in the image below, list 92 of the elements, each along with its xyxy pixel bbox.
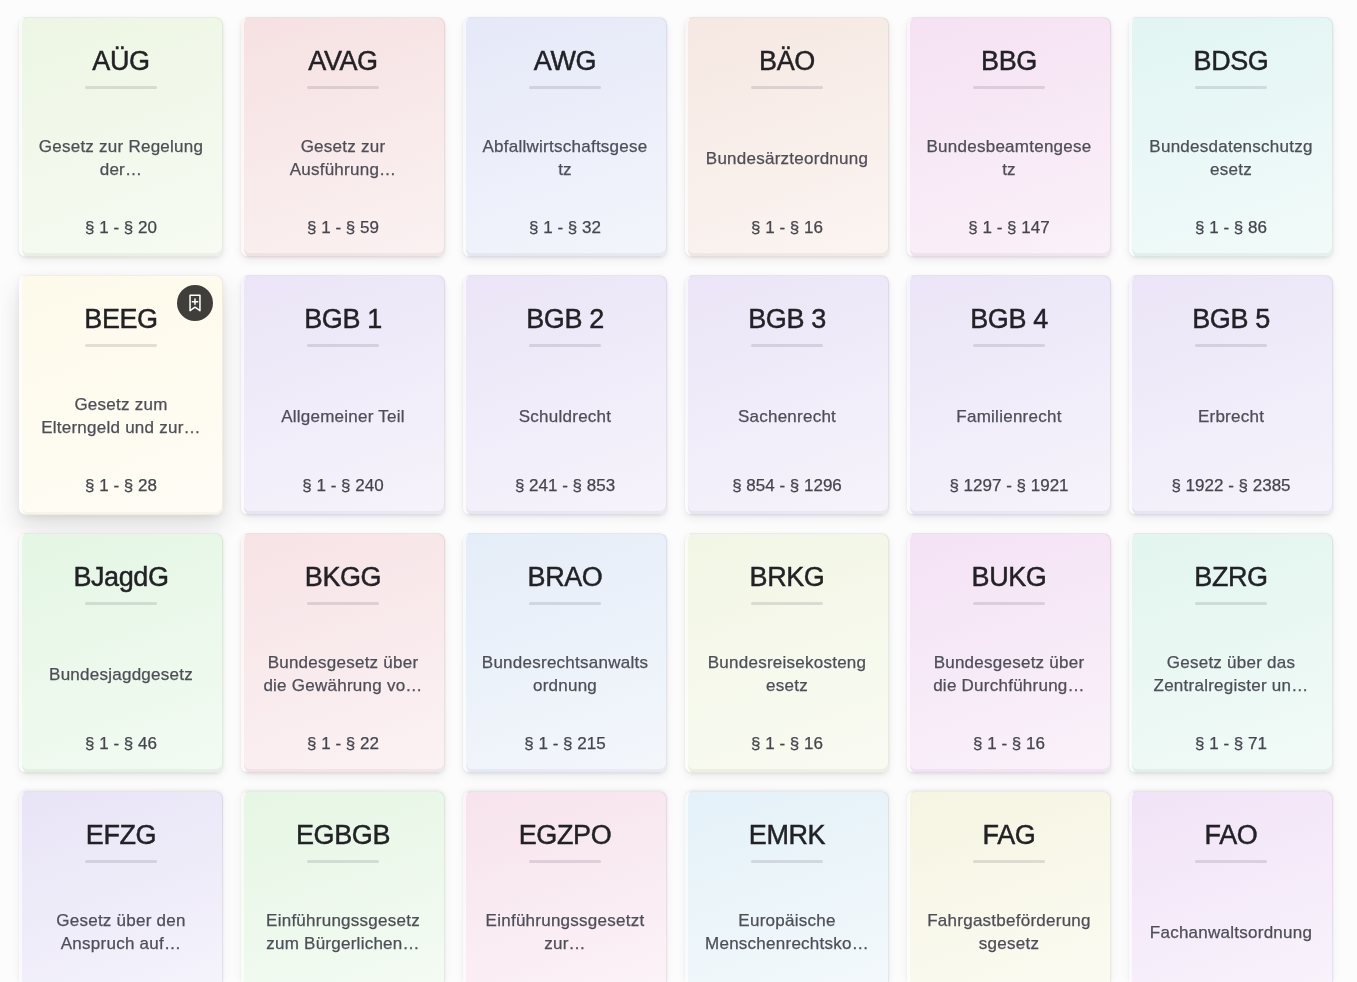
law-abbreviation: BÄO <box>759 45 815 78</box>
law-title: Gesetz zur Ausführung… <box>288 136 398 181</box>
law-title: Fahrgastbeförderungsgesetz <box>926 910 1092 955</box>
law-abbreviation: AÜG <box>92 45 150 78</box>
law-card[interactable]: BKGG Bundesgesetz über die Gewährung vo… § 1 - § 22 <box>241 533 445 773</box>
paragraph-range: § 1 - § 32 <box>529 217 601 239</box>
law-title: Europäische Menschenrechtsko… <box>704 910 870 955</box>
bookmark-button[interactable] <box>177 285 213 321</box>
law-card[interactable]: BJagdG Bundesjagdgesetz § 1 - § 46 <box>19 533 223 773</box>
paragraph-range: § 1 - § 22 <box>307 733 379 755</box>
law-title: Sachenrecht <box>737 405 837 428</box>
paragraph-range: § 1 - § 86 <box>1195 217 1267 239</box>
law-card[interactable]: BEEG Gesetz zum Elterngeld und zur… § 1 - § 28 <box>19 275 223 515</box>
law-card[interactable]: BBG Bundesbeamtengesetz § 1 - § 147 <box>907 17 1111 257</box>
law-title: Gesetz zur Regelung der… <box>37 136 205 181</box>
paragraph-range: § 1 - § 147 <box>968 217 1050 239</box>
law-card[interactable]: AÜG Gesetz zur Regelung der… § 1 - § 20 <box>19 17 223 257</box>
law-title: Bundesdatenschutzgesetz <box>1148 136 1314 181</box>
law-card[interactable]: FAO Fachanwaltsordnung <box>1129 791 1333 982</box>
law-title: Bundesrechtsanwaltsordnung <box>481 652 649 697</box>
law-card[interactable]: BGB 5 Erbrecht § 1922 - § 2385 <box>1129 275 1333 515</box>
law-title: Schuldrecht <box>518 405 612 428</box>
paragraph-range: § 1922 - § 2385 <box>1171 475 1291 497</box>
law-title: Bundesreisekostengesetz <box>706 652 868 697</box>
law-card[interactable]: BGB 3 Sachenrecht § 854 - § 1296 <box>685 275 889 515</box>
paragraph-range: § 1 - § 20 <box>85 217 157 239</box>
law-abbreviation: FAG <box>982 819 1036 852</box>
law-title: Bundesärzteordnung <box>705 147 869 170</box>
law-abbreviation: AVAG <box>308 45 378 78</box>
law-card[interactable]: AWG Abfallwirtschaftsgesetz § 1 - § 32 <box>463 17 667 257</box>
law-title: Gesetz zum Elterngeld und zur… <box>40 394 202 439</box>
paragraph-range: § 1 - § 71 <box>1195 733 1267 755</box>
paragraph-range: § 854 - § 1296 <box>732 475 842 497</box>
law-abbreviation: EGZPO <box>518 819 612 852</box>
law-card[interactable]: EGBGB Einführungssgesetz zum Bürgerlichen… <box>241 791 445 982</box>
law-abbreviation: BGB 4 <box>970 303 1048 336</box>
bookmark-plus-icon <box>186 294 204 312</box>
law-abbreviation: BGB 3 <box>748 303 826 336</box>
law-abbreviation: EGBGB <box>296 819 390 852</box>
law-card[interactable]: AVAG Gesetz zur Ausführung… § 1 - § 59 <box>241 17 445 257</box>
law-title: Gesetz über das Zentralregister un… <box>1152 652 1310 697</box>
law-abbreviation: BKGG <box>304 561 382 594</box>
law-title: Einführungssgesetzt zur… <box>484 910 646 955</box>
law-abbreviation: EMRK <box>748 819 826 852</box>
law-abbreviation: BGB 5 <box>1192 303 1270 336</box>
law-card[interactable]: BDSG Bundesdatenschutzgesetz § 1 - § 86 <box>1129 17 1333 257</box>
paragraph-range: § 1297 - § 1921 <box>949 475 1069 497</box>
paragraph-range: § 1 - § 240 <box>302 475 384 497</box>
law-card[interactable]: EGZPO Einführungssgesetzt zur… <box>463 791 667 982</box>
law-card[interactable]: BUKG Bundesgesetz über die Durchführung… § 1 - § 16 <box>907 533 1111 773</box>
law-card[interactable]: BZRG Gesetz über das Zentralregister un… § 1 - § 71 <box>1129 533 1333 773</box>
law-title: Bundesgesetz über die Durchführung… <box>932 652 1086 697</box>
paragraph-range: § 1 - § 16 <box>751 217 823 239</box>
law-abbreviation: BEEG <box>84 303 158 336</box>
law-abbreviation: EFZG <box>85 819 157 852</box>
law-card[interactable]: BGB 1 Allgemeiner Teil § 1 - § 240 <box>241 275 445 515</box>
law-title: Einführungssgesetz zum Bürgerlichen… <box>265 910 421 955</box>
law-card[interactable]: BRAO Bundesrechtsanwaltsordnung § 1 - § 215 <box>463 533 667 773</box>
law-abbreviation: BZRG <box>1194 561 1268 594</box>
law-abbreviation: BBG <box>981 45 1037 78</box>
law-title: Bundesgesetz über die Gewährung vo… <box>262 652 424 697</box>
paragraph-range: § 1 - § 215 <box>524 733 606 755</box>
law-title: Gesetz über den Anspruch auf… <box>55 910 187 955</box>
law-abbreviation: BDSG <box>1193 45 1269 78</box>
law-abbreviation: BGB 2 <box>526 303 604 336</box>
law-title: Fachanwaltsordnung <box>1149 921 1313 944</box>
paragraph-range: § 1 - § 59 <box>307 217 379 239</box>
law-title: Allgemeiner Teil <box>281 405 405 428</box>
law-card[interactable]: EMRK Europäische Menschenrechtsko… <box>685 791 889 982</box>
law-title: Erbrecht <box>1197 405 1265 428</box>
law-card[interactable]: BGB 2 Schuldrecht § 241 - § 853 <box>463 275 667 515</box>
law-abbreviation: BJagdG <box>73 561 169 594</box>
law-abbreviation: BUKG <box>971 561 1047 594</box>
law-title: Bundesjagdgesetz <box>49 663 193 686</box>
law-title: Familienrecht <box>956 405 1062 428</box>
paragraph-range: § 1 - § 16 <box>751 733 823 755</box>
paragraph-range: § 1 - § 46 <box>85 733 157 755</box>
law-abbreviation: AWG <box>533 45 597 78</box>
paragraph-range: § 1 - § 16 <box>973 733 1045 755</box>
law-card[interactable]: EFZG Gesetz über den Anspruch auf… <box>19 791 223 982</box>
law-abbreviation: FAO <box>1204 819 1258 852</box>
law-title: Bundesbeamtengesetz <box>925 136 1093 181</box>
paragraph-range: § 1 - § 28 <box>85 475 157 497</box>
paragraph-range: § 241 - § 853 <box>514 475 616 497</box>
law-card[interactable]: BÄO Bundesärzteordnung § 1 - § 16 <box>685 17 889 257</box>
law-title: Abfallwirtschaftsgesetz <box>481 136 649 181</box>
law-abbreviation: BRKG <box>749 561 825 594</box>
law-abbreviation: BGB 1 <box>304 303 382 336</box>
law-card[interactable]: BRKG Bundesreisekostengesetz § 1 - § 16 <box>685 533 889 773</box>
law-card[interactable]: BGB 4 Familienrecht § 1297 - § 1921 <box>907 275 1111 515</box>
law-abbreviation: BRAO <box>527 561 603 594</box>
law-card[interactable]: FAG Fahrgastbeförderungsgesetz <box>907 791 1111 982</box>
